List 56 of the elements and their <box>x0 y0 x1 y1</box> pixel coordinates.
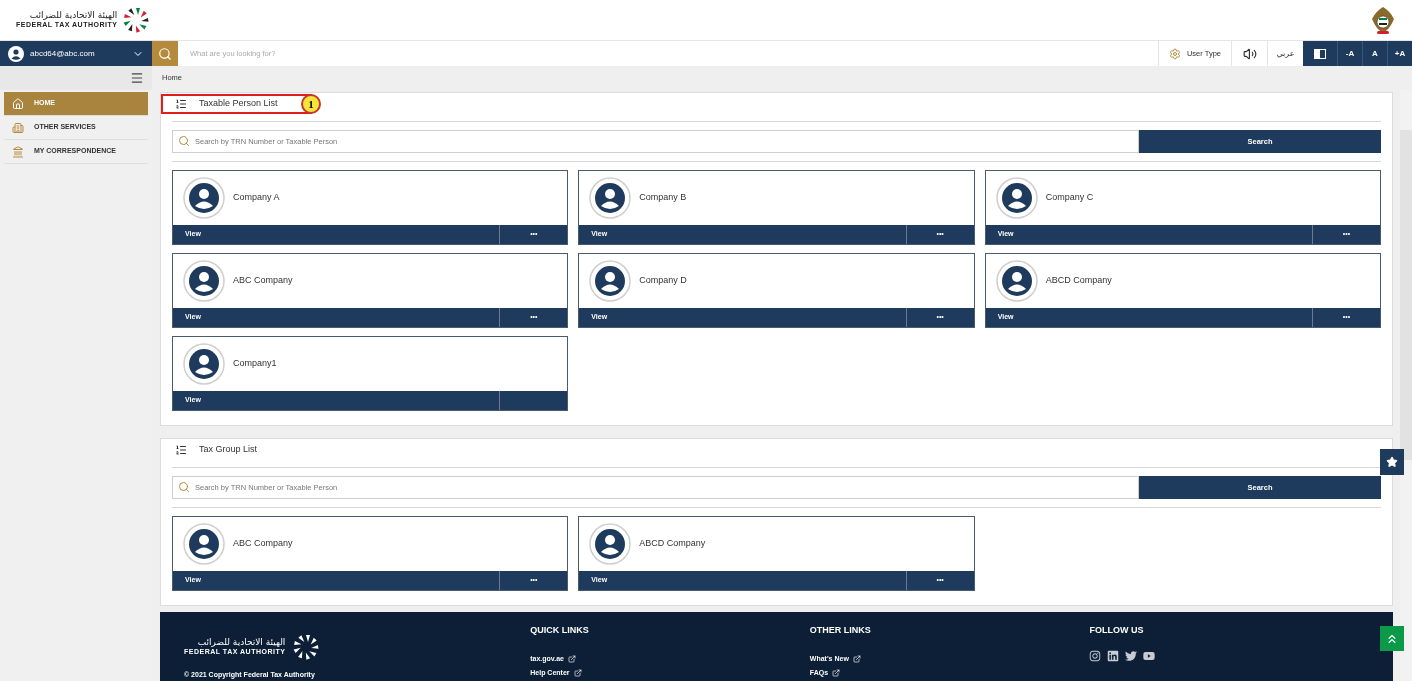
logo-arabic-text: الهيئة الاتحادية للضرائب <box>29 10 118 22</box>
user-dropdown[interactable]: abcd64@abc.com <box>0 41 152 66</box>
building-icon <box>12 145 24 158</box>
avatar-icon <box>183 523 225 565</box>
company-name: ABCD Company <box>1045 274 1112 288</box>
section-title: Taxable Person List <box>199 97 278 111</box>
company-name: Company C <box>1045 191 1094 205</box>
external-link-icon <box>832 669 841 678</box>
building-icon <box>12 121 24 134</box>
company-name: ABCD Company <box>639 537 706 551</box>
company-name: Company1 <box>233 357 277 371</box>
avatar-icon <box>183 260 225 302</box>
list-icon <box>175 98 187 110</box>
avatar-icon <box>995 260 1038 302</box>
list-icon <box>175 444 187 456</box>
avatar-icon <box>589 523 632 565</box>
avatar-icon <box>183 177 225 219</box>
footer-heading: QUICK LINKS <box>530 624 590 637</box>
avatar-icon <box>995 177 1038 219</box>
company-name: ABC Company <box>233 274 293 288</box>
search-icon <box>178 135 190 147</box>
twitter-icon[interactable] <box>1125 649 1138 662</box>
search-icon <box>178 481 190 493</box>
user-avatar-icon <box>8 45 24 62</box>
font-size-button[interactable]: -A <box>1337 41 1362 66</box>
gear-icon <box>1168 47 1181 60</box>
search-icon <box>158 46 172 61</box>
section-title: Tax Group List <box>199 443 258 457</box>
speaker-icon <box>1242 46 1257 61</box>
footer-heading: OTHER LINKS <box>809 624 872 637</box>
avatar-icon <box>589 260 632 302</box>
emblem-icon <box>1370 5 1396 35</box>
company-name: ABC Company <box>233 537 293 551</box>
logo-arabic-text: الهيئة الاتحادية للضرائب <box>197 637 286 649</box>
star-icon <box>1386 456 1398 468</box>
avatar-icon <box>183 343 225 385</box>
external-link-icon <box>567 654 576 663</box>
avatar-icon <box>589 177 632 219</box>
youtube-icon[interactable] <box>1143 649 1156 662</box>
company-name: Company B <box>639 191 687 205</box>
contrast-icon <box>1314 48 1326 59</box>
linkedin-icon[interactable] <box>1107 649 1120 662</box>
menu-icon[interactable] <box>130 71 144 85</box>
instagram-icon[interactable] <box>1089 649 1102 662</box>
company-name: Company D <box>639 274 687 288</box>
footer-heading: FOLLOW US <box>1089 624 1145 637</box>
contrast-button[interactable] <box>1303 41 1337 66</box>
font-size-button[interactable]: +A <box>1387 41 1412 66</box>
callout-badge: 1 <box>301 94 321 114</box>
home-icon <box>12 97 24 110</box>
font-size-button[interactable]: A <box>1362 41 1387 66</box>
company-name: Company A <box>233 191 280 205</box>
favorites-button[interactable] <box>1380 449 1404 475</box>
external-link-icon <box>852 654 861 663</box>
scroll-top-button[interactable] <box>1380 626 1404 651</box>
external-link-icon <box>573 669 582 678</box>
